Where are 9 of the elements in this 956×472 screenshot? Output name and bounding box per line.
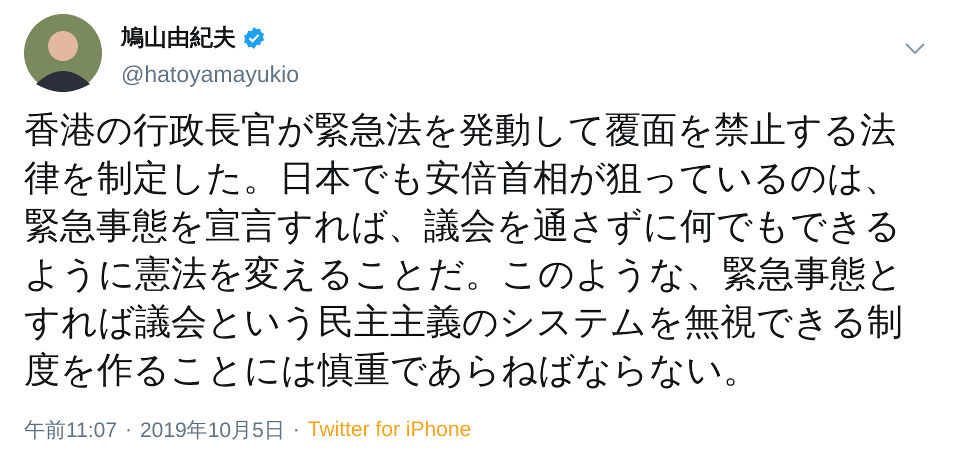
avatar-icon[interactable] <box>24 14 102 92</box>
tweet-time: 午前11:07 <box>24 418 117 444</box>
chevron-down-icon[interactable] <box>904 42 926 56</box>
tweet-text: 香港の行政長官が緊急法を発動して覆面を禁止する法律を制定した。日本でも安倍首相が狙っているのは、緊急事態を宣言すれば、議会を通さずに何でもできるように憲法を変えることだ。このような、緊急事態とすれば議会という民主主義のシステムを無視できる制度を作ることには慎重であらねばならない。 <box>24 108 904 392</box>
tweet-date: 2019年10月5日 <box>140 418 285 444</box>
separator-dot: · <box>125 418 132 442</box>
author-name[interactable]: 鳩山由紀夫 <box>121 22 236 53</box>
separator-dot: · <box>292 418 300 442</box>
author-handle: @hatoyamayukio <box>121 61 300 88</box>
